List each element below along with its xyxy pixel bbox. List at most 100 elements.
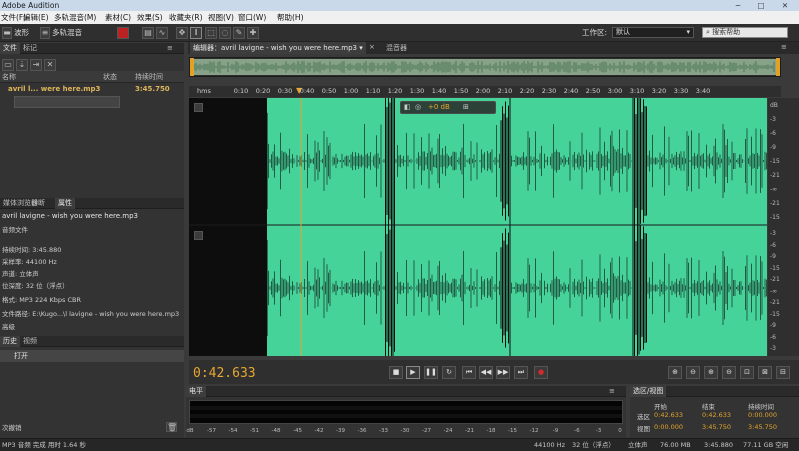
hud-pin-icon[interactable]: ⊞ — [463, 103, 469, 111]
workspace-dropdown[interactable]: 默认 ▾ — [612, 27, 694, 38]
ruler-tick-label: 1:40 — [431, 87, 447, 95]
tab-properties[interactable]: 属性 — [55, 198, 75, 209]
view-end[interactable]: 3:45.750 — [702, 423, 731, 431]
zoom-selection-icon[interactable]: ⊠ — [758, 366, 772, 379]
time-selection-tool-icon[interactable]: I — [190, 27, 202, 39]
view-duration[interactable]: 3:45.750 — [748, 423, 777, 431]
db-tick-label: -15 — [770, 264, 780, 272]
zoom-full-icon[interactable]: ⊡ — [740, 366, 754, 379]
menu-favorites[interactable]: 收藏夹(R) — [169, 11, 203, 24]
zoom-out-amplitude-icon[interactable]: ⊖ — [686, 366, 700, 379]
levels-panel-menu-icon[interactable]: ≡ — [606, 386, 618, 397]
lasso-tool-icon[interactable]: ◌ — [219, 27, 231, 39]
ruler-tick-label: 0:30 — [277, 87, 293, 95]
spectral-frequency-icon[interactable]: ▤ — [142, 27, 154, 39]
skip-to-start-icon[interactable]: ⏮ — [462, 366, 476, 379]
zoom-out-full-icon[interactable]: ⊟ — [776, 366, 790, 379]
record-indicator-icon — [117, 27, 129, 39]
trash-icon[interactable]: 🗑 — [166, 422, 177, 432]
channel-left-toggle-icon[interactable] — [194, 103, 203, 112]
insert-icon[interactable]: ⇥ — [30, 59, 42, 71]
editor-panel-menu-icon[interactable]: ≡ — [778, 42, 790, 53]
volume-knob-icon[interactable]: ◎ — [415, 103, 421, 111]
properties-advanced-toggle[interactable]: 高级 — [2, 321, 15, 331]
delete-file-icon[interactable]: ✕ — [44, 59, 56, 71]
close-button[interactable]: ✕ — [774, 0, 796, 11]
db-tick-label: -3 — [770, 345, 776, 352]
menu-window[interactable]: 窗口(W) — [238, 11, 266, 24]
tab-video[interactable]: 视频 — [20, 336, 40, 347]
db-tick-label: -9 — [770, 144, 776, 151]
brush-tool-icon[interactable]: ✎ — [233, 27, 245, 39]
db-tick-label: -15 — [770, 310, 780, 318]
overview-right-handle[interactable] — [776, 58, 780, 76]
search-help-input[interactable]: ⌕ 搜索帮助 — [702, 27, 788, 38]
time-ruler[interactable]: hms ▼ 0:10 0:20 0:30 0:40 0:50 1:00 1:10 1:20 1:… — [189, 86, 781, 97]
property-row: 持续时间: 3:45.880 — [2, 244, 61, 254]
pause-icon[interactable]: ❚❚ — [424, 366, 438, 379]
tab-editor[interactable]: 编辑器：avril lavigne - wish you were here.m… — [190, 42, 366, 54]
tab-close-icon[interactable]: × — [366, 42, 378, 53]
skip-to-end-icon[interactable]: ⏭ — [514, 366, 528, 379]
zoom-out-time-icon[interactable]: ⊖ — [722, 366, 736, 379]
tab-diagnostics[interactable]: 诊断 — [28, 198, 48, 209]
tab-mixer[interactable]: 混音器 — [383, 42, 410, 54]
spot-healing-tool-icon[interactable]: ✚ — [247, 27, 259, 39]
menu-edit[interactable]: 编辑(E) — [23, 11, 49, 24]
panel-menu-icon[interactable]: ≡ — [164, 43, 176, 54]
move-tool-icon[interactable]: ✥ — [176, 27, 188, 39]
column-name[interactable]: 名称 — [2, 71, 16, 83]
selection-start[interactable]: 0:42.633 — [654, 411, 683, 419]
spectral-pitch-icon[interactable]: ∿ — [156, 27, 168, 39]
record-icon[interactable]: ● — [534, 366, 548, 379]
zoom-in-amplitude-icon[interactable]: ⊕ — [668, 366, 682, 379]
tab-levels[interactable]: 电平 — [186, 386, 206, 397]
tab-history[interactable]: 历史 — [0, 336, 20, 347]
level-tick-label: -48 — [271, 428, 281, 434]
import-file-icon[interactable]: ⇣ — [16, 59, 28, 71]
menu-multitrack[interactable]: 多轨混音(M) — [54, 11, 96, 24]
hud-volume[interactable]: ◧ ◎ +0 dB ⊞ — [400, 101, 496, 114]
row-selection-label: 选区 — [637, 413, 650, 421]
file-channel-row[interactable] — [14, 96, 120, 108]
marquee-tool-icon[interactable]: ⬚ — [205, 27, 217, 39]
menu-help[interactable]: 帮助(H) — [277, 11, 304, 24]
view-start[interactable]: 0:00.000 — [654, 423, 683, 431]
file-row[interactable]: avril l... were here.mp3 3:45.750 — [0, 83, 184, 95]
level-tick-label: -36 — [357, 428, 367, 434]
hud-icon: ◧ — [404, 103, 411, 111]
waveform-display[interactable] — [189, 98, 767, 356]
overview-left-handle[interactable] — [190, 58, 194, 76]
maximize-button[interactable]: □ — [750, 0, 772, 11]
menu-clip[interactable]: 素材(C) — [105, 11, 131, 24]
tab-files[interactable]: 文件 — [0, 43, 20, 54]
fast-forward-icon[interactable]: ▶▶ — [496, 366, 510, 379]
loop-icon[interactable]: ↻ — [442, 366, 456, 379]
column-status[interactable]: 状态 — [103, 71, 117, 83]
channel-right-toggle-icon[interactable] — [194, 231, 203, 240]
level-tick-label: -57 — [207, 428, 216, 434]
waveform-overview[interactable] — [189, 57, 781, 77]
ruler-tick-label: 3:40 — [695, 87, 711, 95]
rewind-icon[interactable]: ◀◀ — [479, 366, 493, 379]
selection-end[interactable]: 0:42.633 — [702, 411, 731, 419]
history-panel: 历史 视频 打开 次撤销 🗑 — [0, 336, 184, 438]
waveform-view-button[interactable]: 波形 — [14, 27, 29, 39]
stop-icon[interactable]: ■ — [389, 366, 403, 379]
ruler-tick-label: 2:30 — [541, 87, 557, 95]
open-file-icon[interactable]: ▭ — [2, 59, 14, 71]
play-icon[interactable]: ▶ — [406, 366, 420, 379]
zoom-in-time-icon[interactable]: ⊕ — [704, 366, 718, 379]
hud-gain-value[interactable]: +0 dB — [428, 103, 450, 111]
property-value: 3:45.880 — [32, 246, 62, 254]
selection-duration[interactable]: 0:00.000 — [748, 411, 777, 419]
history-item[interactable]: 打开 — [0, 350, 184, 362]
column-duration[interactable]: 持续时间 — [135, 71, 163, 83]
level-tick-label: -54 — [228, 428, 238, 434]
tab-markers[interactable]: 标记 — [20, 43, 40, 54]
tab-selection-view[interactable]: 选区/视图 — [630, 386, 667, 397]
multitrack-view-button[interactable]: 多轨混音 — [52, 27, 82, 39]
menu-effects[interactable]: 效果(S) — [137, 11, 163, 24]
minimize-button[interactable]: ─ — [727, 0, 749, 11]
menu-view[interactable]: 视图(V) — [208, 11, 234, 24]
